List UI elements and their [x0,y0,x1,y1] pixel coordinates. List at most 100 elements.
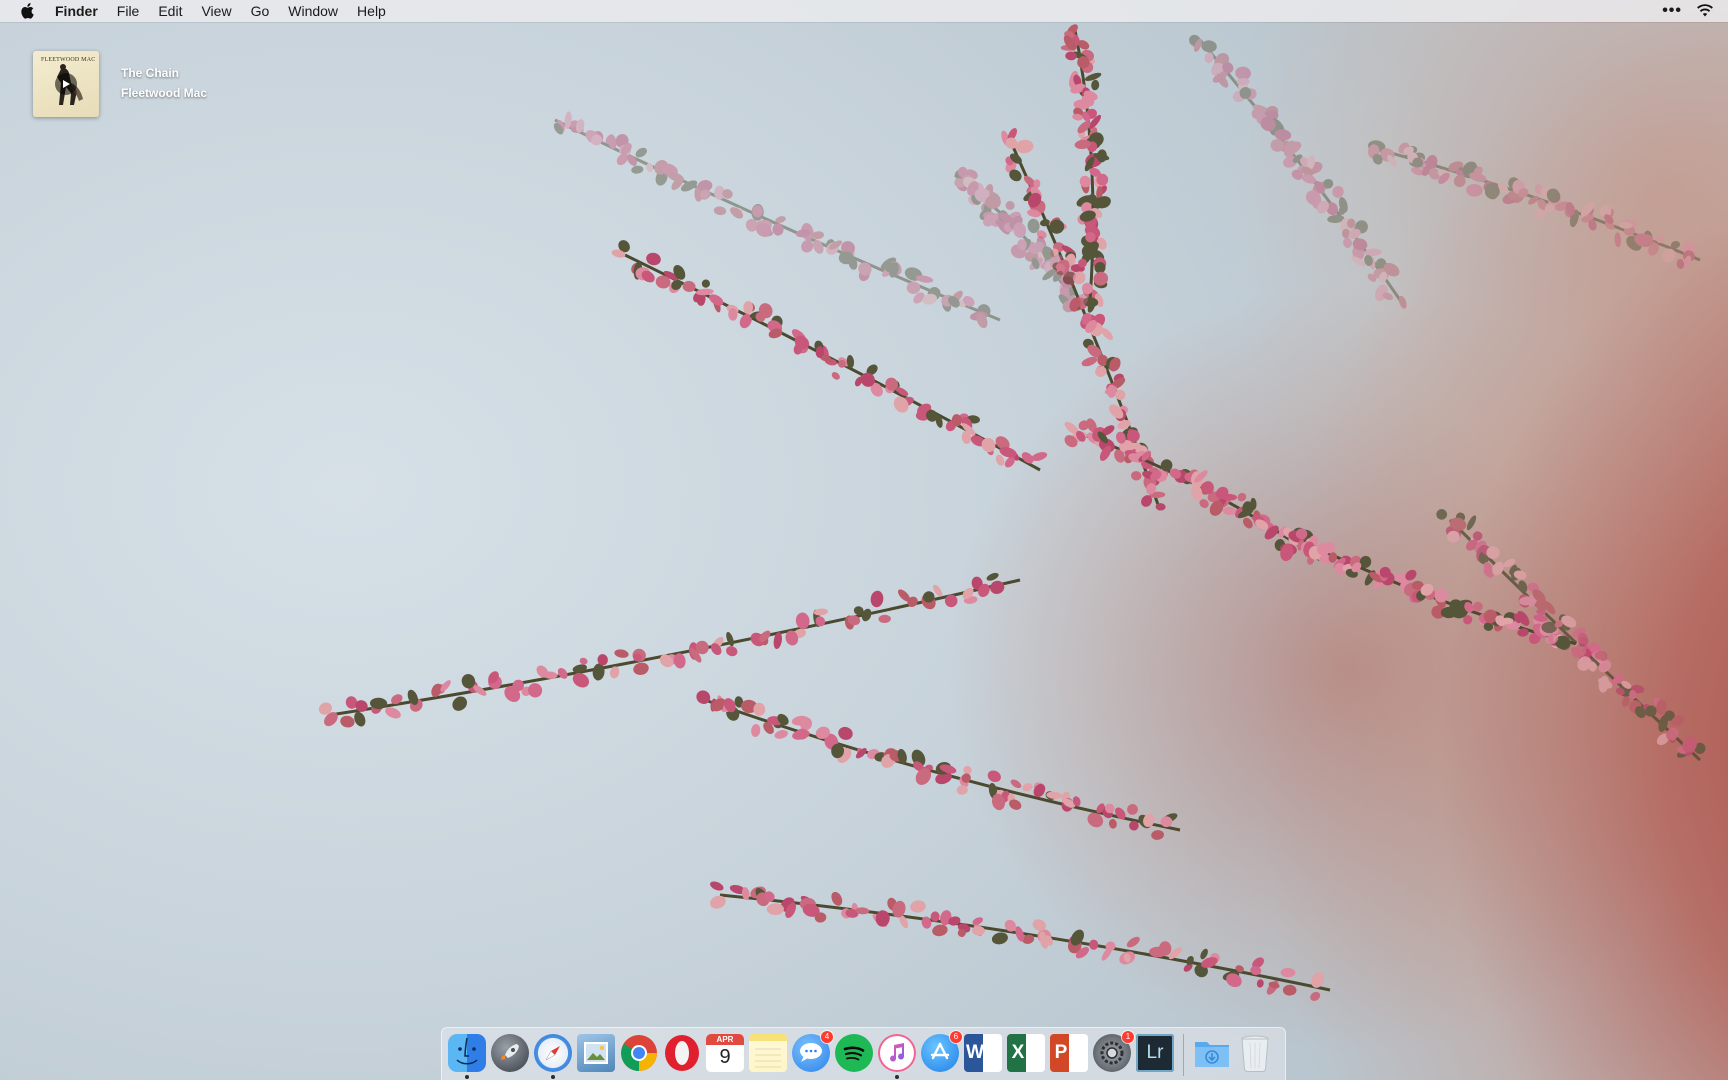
lightroom-letters: Lr [1146,1042,1164,1063]
running-indicator [551,1075,555,1079]
heather-bud [987,770,1001,783]
heather-bud [1466,183,1483,197]
dock-app-messages[interactable]: 4 [791,1028,833,1080]
dock-app-app-store[interactable]: 6 [920,1028,962,1080]
app-store-badge: 6 [950,1031,962,1043]
preview-icon [577,1034,615,1072]
heather-bud [631,165,644,174]
heather-stem [1064,418,1333,565]
heather-bud [1332,185,1344,198]
word-icon: W [964,1034,1002,1072]
dock-stack-downloads[interactable] [1192,1028,1232,1080]
dock-app-launchpad[interactable] [490,1028,530,1080]
heather-bud [1676,258,1685,269]
heather-stem [318,572,1021,728]
heather-bud [838,726,853,740]
wifi-icon[interactable] [1696,3,1714,20]
dock-app-itunes[interactable] [877,1028,917,1080]
notes-icon [749,1034,787,1072]
heather-bud [1375,284,1388,302]
running-indicator [465,1075,469,1079]
heather-bud [751,724,761,737]
heather-bud [870,590,884,608]
safari-icon [534,1034,572,1072]
heather-bud [528,683,543,698]
heather-bud [1237,492,1247,502]
menu-edit[interactable]: Edit [158,0,182,22]
dock-app-calendar[interactable]: APR 9 [705,1028,745,1080]
heather-bud [592,663,605,681]
menu-window[interactable]: Window [288,0,338,22]
dock-app-notes[interactable] [748,1028,788,1080]
powerpoint-letter: P [1054,1042,1068,1063]
heather-bud [1466,515,1477,531]
heather-bud [1619,222,1633,229]
heather-bud [1280,967,1296,978]
dock-app-word[interactable]: W [963,1028,1003,1080]
running-indicator [895,1075,899,1079]
heather-bud [831,891,843,906]
dock-app-safari[interactable] [533,1028,573,1080]
calendar-icon: APR 9 [706,1034,744,1072]
more-icon[interactable]: ••• [1662,0,1682,22]
menu-file[interactable]: File [117,0,140,22]
heather-bud [986,572,999,581]
opera-icon [663,1034,701,1072]
track-artist: Fleetwood Mac [121,86,208,100]
heather-bud [340,715,355,728]
heather-bud [906,281,921,295]
menu-view[interactable]: View [201,0,231,22]
heather-stem [710,881,1331,1001]
heather-bud [713,206,727,216]
heather-bud [1127,803,1138,815]
heather-bud [696,690,711,704]
menu-help[interactable]: Help [357,0,386,22]
album-art[interactable]: FLEETWOOD MAC [33,51,99,117]
dock-app-finder[interactable] [447,1028,487,1080]
heather-bud [1436,509,1448,520]
menu-go[interactable]: Go [251,0,270,22]
dock-app-lightroom[interactable]: Lr [1135,1028,1175,1080]
excel-icon: X [1007,1034,1045,1072]
dock-app-excel[interactable]: X [1006,1028,1046,1080]
menu-app-finder[interactable]: Finder [55,0,98,22]
heather-bud [774,730,788,739]
calendar-month: APR [706,1034,744,1045]
calendar-day: 9 [719,1046,731,1068]
heather-bud [1534,208,1546,220]
excel-letter: X [1011,1042,1025,1063]
dock-stack-trash[interactable] [1235,1028,1275,1080]
heather-bud [1010,779,1022,789]
dock: APR 9 4 6 W X P 1 Lr [441,1027,1286,1080]
heather-bud [1222,506,1237,516]
dock-app-spotify[interactable] [834,1028,874,1080]
chrome-icon [620,1034,658,1072]
heather-bud [1005,200,1015,211]
apple-icon[interactable] [19,0,35,22]
trash-icon [1236,1034,1274,1072]
desktop-wallpaper [0,0,1728,1080]
now-playing-widget: FLEETWOOD MAC The Chain Fleetwood Mac [33,51,207,117]
dock-app-opera[interactable] [662,1028,702,1080]
heather-bud [1614,232,1622,248]
heather-stem [954,166,1088,313]
itunes-icon [878,1034,916,1072]
dock-app-preview[interactable] [576,1028,616,1080]
heather-bud [1022,783,1033,792]
heather-bud [990,580,1005,594]
dock-app-system-preferences[interactable]: 1 [1092,1028,1134,1080]
heather-bud [878,614,891,624]
heather-bud [1015,139,1034,154]
play-icon[interactable] [55,73,77,95]
heather-bud [1282,984,1297,996]
heather-bud [633,662,649,675]
heather-bud [1108,818,1117,829]
dock-separator [1183,1034,1184,1076]
dock-app-powerpoint[interactable]: P [1049,1028,1089,1080]
heather-bud [991,932,1008,945]
downloads-folder-icon [1193,1034,1231,1072]
heather-bud [972,926,985,936]
dock-app-chrome[interactable] [619,1028,659,1080]
heather-bud [1091,79,1100,91]
heather-bud [354,711,366,727]
